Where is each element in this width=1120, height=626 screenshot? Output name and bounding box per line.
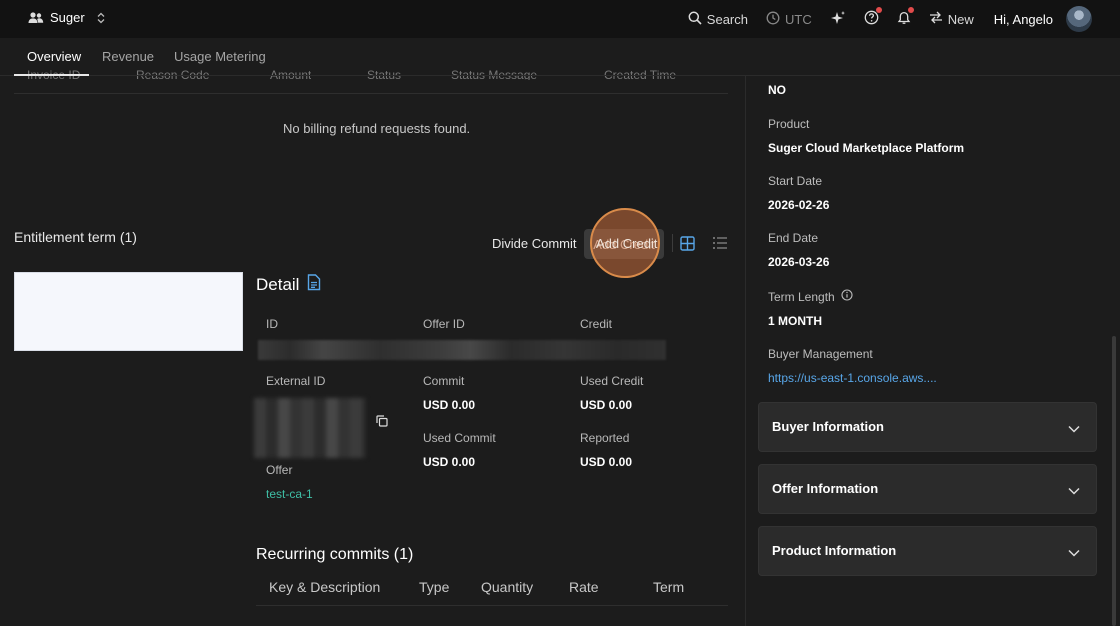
search-icon — [688, 11, 702, 28]
refund-header-divider — [14, 93, 728, 94]
help-notification-dot — [875, 7, 882, 13]
reported-label: Reported — [580, 431, 630, 445]
divide-commit-button[interactable]: Divide Commit — [492, 236, 577, 251]
user-menu[interactable]: Hi, Angelo — [994, 6, 1092, 32]
entitlement-term-title: Entitlement term (1) — [14, 229, 137, 245]
active-tab-underline — [14, 74, 89, 76]
id-label: ID — [266, 317, 278, 331]
bell-notification-dot — [907, 7, 914, 13]
timezone-label: UTC — [785, 11, 812, 27]
redacted-id-row — [258, 340, 666, 360]
help-button[interactable] — [864, 7, 882, 28]
offer-label: Offer — [266, 463, 293, 477]
people-icon — [28, 11, 44, 25]
refund-empty-state: No billing refund requests found. — [283, 121, 471, 136]
used-credit-value: USD 0.00 — [580, 398, 633, 412]
top-field-value: NO — [768, 83, 786, 97]
offer-id-label: Offer ID — [423, 317, 465, 331]
external-id-label: External ID — [266, 374, 326, 388]
view-toggle-divider — [672, 234, 673, 252]
tab-revenue-label[interactable]: Revenue — [102, 49, 154, 64]
term-length-label-row: Term Length — [768, 289, 853, 304]
search-button[interactable]: Search — [688, 11, 748, 28]
document-icon[interactable] — [307, 274, 321, 296]
column-rate: Rate — [569, 579, 599, 595]
product-label: Product — [768, 117, 810, 131]
search-label: Search — [706, 11, 748, 27]
term-length-value: 1 MONTH — [768, 314, 822, 328]
detail-title: Detail — [256, 275, 300, 294]
avatar — [1066, 6, 1092, 32]
credit-label: Credit — [580, 317, 613, 331]
sparkle-icon — [830, 10, 846, 29]
clock-icon — [766, 11, 780, 28]
new-button[interactable]: New — [929, 11, 974, 27]
chevron-down-icon — [1068, 545, 1080, 560]
recurring-commits-title: Recurring commits (1) — [256, 546, 414, 563]
ai-assistant-button[interactable] — [830, 10, 846, 29]
chevron-down-icon — [1068, 421, 1080, 436]
commit-label: Commit — [423, 374, 465, 388]
help-icon — [864, 10, 879, 28]
new-label: New — [947, 11, 974, 27]
used-commit-label: Used Commit — [423, 431, 496, 445]
start-date-value: 2026-02-26 — [768, 198, 830, 212]
redacted-external-id — [254, 398, 366, 458]
top-bar: Suger Search UTC New Hi, Angelo — [0, 0, 1120, 38]
scrollbar[interactable] — [1112, 336, 1116, 626]
used-commit-value: USD 0.00 — [423, 455, 476, 469]
list-view-icon[interactable] — [712, 236, 728, 253]
column-term: Term — [653, 579, 685, 595]
entitlement-term-card[interactable] — [14, 272, 243, 351]
product-information-title: Product Information — [772, 543, 897, 558]
detail-header: Detail — [256, 274, 321, 296]
end-date-value: 2026-03-26 — [768, 255, 830, 269]
used-credit-label: Used Credit — [580, 374, 644, 388]
notifications-button[interactable] — [897, 7, 914, 28]
end-date-label: End Date — [768, 231, 819, 245]
user-greeting: Hi, Angelo — [993, 11, 1053, 27]
updown-chevron-icon — [97, 12, 105, 24]
buyer-information-title: Buyer Information — [772, 419, 884, 434]
product-information-section[interactable]: Product Information — [758, 526, 1097, 576]
tab-overview-label[interactable]: Overview — [27, 49, 81, 64]
commit-value: USD 0.00 — [423, 398, 476, 412]
grid-view-icon[interactable] — [680, 236, 695, 254]
tab-bar-overlay: Overview Revenue Usage Metering — [0, 38, 1120, 76]
info-icon[interactable] — [841, 289, 853, 304]
reported-value: USD 0.00 — [580, 455, 633, 469]
product-value: Suger Cloud Marketplace Platform — [768, 141, 965, 155]
buyer-information-section[interactable]: Buyer Information — [758, 402, 1097, 452]
start-date-label: Start Date — [768, 174, 823, 188]
right-panel-divider — [745, 76, 746, 626]
column-quantity: Quantity — [481, 579, 534, 595]
workspace-name: Suger — [50, 10, 85, 25]
chevron-down-icon — [1068, 483, 1080, 498]
buyer-management-link[interactable]: https://us-east-1.console.aws.... — [768, 371, 937, 385]
column-key-description: Key & Description — [269, 579, 381, 595]
term-length-label: Term Length — [768, 289, 835, 304]
offer-information-title: Offer Information — [772, 481, 879, 496]
offer-link[interactable]: test-ca-1 — [266, 487, 313, 501]
timezone-button[interactable]: UTC — [766, 11, 812, 28]
tab-usage-metering-label[interactable]: Usage Metering — [174, 49, 266, 64]
recurring-header-divider — [256, 605, 728, 606]
buyer-management-label: Buyer Management — [768, 347, 873, 361]
add-credit-label-overlay: Add Credit — [596, 236, 658, 251]
copy-icon[interactable] — [376, 415, 388, 430]
offer-information-section[interactable]: Offer Information — [758, 464, 1097, 514]
swap-arrows-icon — [929, 11, 943, 27]
column-type: Type — [419, 579, 450, 595]
workspace-switcher[interactable]: Suger — [28, 10, 105, 25]
bell-icon — [897, 10, 911, 28]
